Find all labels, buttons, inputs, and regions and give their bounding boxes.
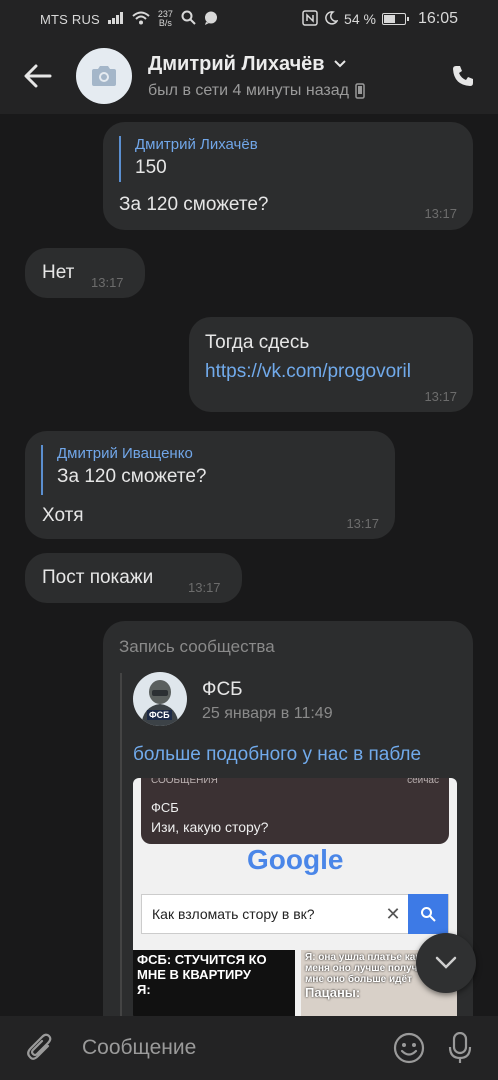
meme-left-caption-2: Я: [137, 982, 151, 997]
battery-percent: 54 % [344, 11, 376, 27]
quoted-text: 150 [135, 157, 167, 178]
emoji-button[interactable] [384, 1016, 434, 1080]
google-search-query: Как взломать стору в вк? [152, 906, 315, 922]
message-composer: Сообщение [0, 1016, 498, 1080]
status-bar: MTS RUS 237 B/s 54 % 16:05 [0, 0, 498, 38]
voice-button[interactable] [434, 1016, 486, 1080]
message-text: Хотя [42, 505, 84, 526]
notification-sender: ФСБ [151, 800, 179, 815]
google-logo: Google [247, 844, 344, 875]
battery-icon [381, 13, 409, 25]
post-date: 25 января в 11:49 [202, 705, 333, 722]
attach-button[interactable] [12, 1016, 68, 1080]
meme-left-caption: ФСБ: СТУЧИТСЯ КО МНЕ В КВАРТИРУ [137, 952, 267, 982]
chat-bubble-icon [204, 11, 218, 28]
notification-card: СООБЩЕНИЯ сейчас ФСБ Изи, какую стору? [141, 778, 449, 844]
message-text: Нет [42, 262, 75, 283]
message-input[interactable]: Сообщение [82, 1036, 384, 1060]
post-author[interactable]: ФСБ [202, 679, 243, 701]
message-time: 13:17 [346, 516, 379, 531]
avatar[interactable] [76, 48, 132, 104]
phone-icon [453, 66, 473, 86]
notification-text: Изи, какую стору? [151, 819, 269, 835]
post-text: больше подобного у нас в пабле [133, 744, 422, 765]
message-bubble[interactable]: Нет 13:17 [25, 248, 145, 298]
post-divider [120, 673, 122, 1021]
message-time: 13:17 [424, 389, 457, 404]
smile-icon [393, 1032, 425, 1064]
moon-icon [324, 10, 339, 28]
notification-time: сейчас [407, 778, 439, 786]
wifi-icon [132, 11, 150, 28]
mobile-phone-icon [355, 82, 365, 99]
post-avatar[interactable]: ФСБ [133, 672, 187, 726]
message-text: Тогда сдесь [205, 332, 310, 353]
message-time: 13:17 [188, 580, 221, 595]
search-icon [408, 894, 448, 934]
clear-icon: ✕ [385, 903, 401, 924]
chevron-down-icon [435, 956, 457, 969]
camera-icon [92, 66, 116, 86]
message-bubble[interactable]: Дмитрий Лихачёв 150 За 120 сможете? 13:1… [103, 122, 473, 230]
chat-header: Дмитрий Лихачёв был в сети 4 минуты наза… [0, 38, 498, 114]
post-header: Запись сообщества [119, 637, 275, 656]
chevron-down-icon [333, 60, 346, 68]
nfc-icon [302, 9, 318, 29]
speed-unit: B/s [158, 18, 172, 28]
carrier: MTS RUS [40, 11, 100, 27]
message-time: 13:17 [424, 206, 457, 221]
arrow-left-icon [24, 64, 52, 88]
search-icon [181, 10, 196, 28]
message-link[interactable]: https://vk.com/progovoril [205, 361, 411, 383]
message-bubble[interactable]: Пост покажи 13:17 [25, 553, 242, 603]
contact-status: был в сети 4 минуты назад [148, 81, 349, 99]
call-button[interactable] [428, 38, 498, 114]
quoted-author: Дмитрий Лихачёв [135, 136, 258, 153]
contact-name: Дмитрий Лихачёв [148, 52, 325, 75]
quoted-text: За 120 сможете? [57, 466, 207, 487]
back-button[interactable] [0, 38, 76, 114]
clock: 16:05 [417, 10, 458, 27]
message-time: 13:17 [91, 275, 124, 290]
message-bubble[interactable]: Тогда сдесь https://vk.com/progovoril 13… [189, 317, 473, 412]
notification-app: СООБЩЕНИЯ [151, 778, 218, 786]
contact-info[interactable]: Дмитрий Лихачёв был в сети 4 минуты наза… [148, 53, 428, 100]
message-text: За 120 сможете? [119, 194, 269, 215]
paperclip-icon [27, 1033, 52, 1060]
post-avatar-badge: ФСБ [147, 710, 172, 720]
quoted-message[interactable]: Дмитрий Лихачёв 150 [119, 136, 258, 182]
scroll-down-button[interactable] [416, 933, 476, 993]
message-bubble[interactable]: Дмитрий Иващенко За 120 сможете? Хотя 13… [25, 431, 395, 539]
meme-left: ФСБ: СТУЧИТСЯ КО МНЕ В КВАРТИРУ Я: [133, 950, 295, 1021]
message-text: Пост покажи [42, 567, 154, 588]
microphone-icon [448, 1032, 472, 1063]
network-speed: 237 B/s [158, 10, 173, 28]
google-search-box: Как взломать стору в вк? ✕ [141, 894, 449, 934]
quoted-message[interactable]: Дмитрий Иващенко За 120 сможете? [41, 445, 207, 495]
quoted-author: Дмитрий Иващенко [57, 445, 193, 462]
signal-icon [107, 11, 124, 27]
post-image[interactable]: СООБЩЕНИЯ сейчас ФСБ Изи, какую стору? G… [133, 778, 457, 1021]
